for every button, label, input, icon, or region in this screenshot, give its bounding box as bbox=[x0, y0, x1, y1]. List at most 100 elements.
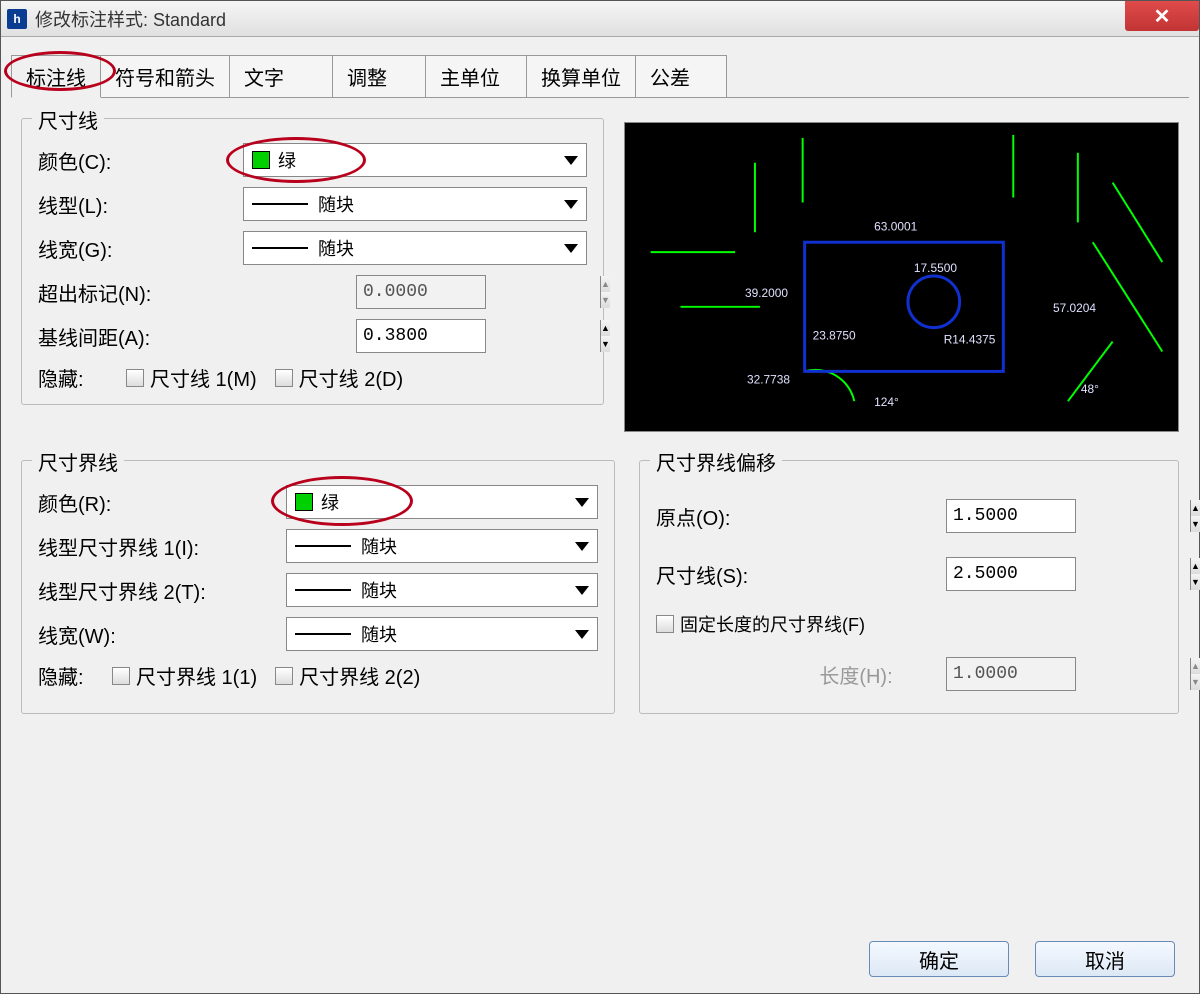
ext-lt2-combo[interactable]: 随块 bbox=[286, 573, 598, 607]
line-sample-icon bbox=[252, 247, 308, 249]
chevron-down-icon bbox=[564, 244, 578, 253]
checkbox-label: 尺寸线 1(M) bbox=[150, 363, 257, 392]
content-area: 尺寸线 颜色(C): 绿 线型(L): bbox=[1, 98, 1199, 931]
hide-dimline2-checkbox[interactable] bbox=[275, 369, 293, 387]
group-title: 尺寸界线偏移 bbox=[650, 447, 782, 476]
linetype-label: 线型(L): bbox=[38, 190, 243, 219]
color-swatch-icon bbox=[295, 493, 313, 511]
checkbox-label: 尺寸界线 2(2) bbox=[299, 661, 420, 690]
dim-text: 48° bbox=[1081, 382, 1099, 396]
tab-label: 符号和箭头 bbox=[115, 68, 215, 90]
ext-lt1-combo[interactable]: 随块 bbox=[286, 529, 598, 563]
dim-text: 23.8750 bbox=[813, 329, 856, 343]
spin-down-icon[interactable]: ▼ bbox=[1191, 516, 1200, 532]
tab-label: 主单位 bbox=[440, 68, 500, 90]
chevron-down-icon bbox=[564, 200, 578, 209]
hide-extline1-checkbox[interactable] bbox=[112, 667, 130, 685]
extend-input bbox=[357, 276, 600, 308]
length-input bbox=[947, 658, 1190, 690]
group-title: 尺寸线 bbox=[32, 105, 104, 134]
button-label: 确定 bbox=[919, 945, 959, 974]
combo-value: 随块 bbox=[361, 621, 397, 647]
dim-lineweight-combo[interactable]: 随块 bbox=[243, 231, 587, 265]
hide-dimline1-checkbox[interactable] bbox=[126, 369, 144, 387]
button-row: 确定 取消 bbox=[1, 931, 1199, 993]
dim-linetype-combo[interactable]: 随块 bbox=[243, 187, 587, 221]
combo-value: 随块 bbox=[318, 235, 354, 261]
line-sample-icon bbox=[295, 633, 351, 635]
dim-color-combo[interactable]: 绿 bbox=[243, 143, 587, 177]
origin-input[interactable] bbox=[947, 500, 1190, 532]
spin-up-icon[interactable]: ▲ bbox=[1191, 500, 1200, 516]
tab-alt-units[interactable]: 换算单位 bbox=[526, 55, 636, 97]
spin-up-icon: ▲ bbox=[1191, 658, 1200, 674]
dim-text: 32.7738 bbox=[747, 372, 790, 386]
ext-lt1-label: 线型尺寸界线 1(I): bbox=[38, 532, 286, 561]
tab-symbols-arrows[interactable]: 符号和箭头 bbox=[100, 55, 230, 97]
tab-adjust[interactable]: 调整 bbox=[332, 55, 426, 97]
tab-label: 调整 bbox=[347, 68, 387, 90]
close-button[interactable]: ✕ bbox=[1125, 1, 1199, 31]
combo-value: 随块 bbox=[318, 191, 354, 217]
checkbox-label: 尺寸界线 1(1) bbox=[136, 661, 257, 690]
dim-text: R14.4375 bbox=[944, 333, 996, 347]
length-spinner: ▲▼ bbox=[946, 657, 1076, 691]
dimline-offset-input[interactable] bbox=[947, 558, 1190, 590]
lineweight-label: 线宽(G): bbox=[38, 234, 243, 263]
color-swatch-icon bbox=[252, 151, 270, 169]
combo-value: 绿 bbox=[278, 147, 296, 173]
dim-text: 63.0001 bbox=[874, 219, 917, 233]
ext-lt2-label: 线型尺寸界线 2(T): bbox=[38, 576, 286, 605]
origin-label: 原点(O): bbox=[656, 502, 946, 531]
group-title: 尺寸界线 bbox=[32, 447, 124, 476]
baseline-spinner[interactable]: ▲▼ bbox=[356, 319, 486, 353]
tab-label: 换算单位 bbox=[541, 68, 621, 90]
fixed-length-checkbox[interactable] bbox=[656, 615, 674, 633]
spin-down-icon[interactable]: ▼ bbox=[601, 336, 610, 352]
line-sample-icon bbox=[295, 545, 351, 547]
extend-spinner: ▲▼ bbox=[356, 275, 486, 309]
dialog-window: h 修改标注样式: Standard ✕ 标注线 符号和箭头 文字 调整 主单位… bbox=[0, 0, 1200, 994]
dimline-offset-spinner[interactable]: ▲▼ bbox=[946, 557, 1076, 591]
tab-tolerance[interactable]: 公差 bbox=[635, 55, 727, 97]
spin-up-icon: ▲ bbox=[601, 276, 610, 292]
origin-spinner[interactable]: ▲▼ bbox=[946, 499, 1076, 533]
cancel-button[interactable]: 取消 bbox=[1035, 941, 1175, 977]
dimline-offset-label: 尺寸线(S): bbox=[656, 560, 946, 589]
button-label: 取消 bbox=[1085, 945, 1125, 974]
combo-value: 绿 bbox=[321, 489, 339, 515]
baseline-input[interactable] bbox=[357, 320, 600, 352]
ext-lw-combo[interactable]: 随块 bbox=[286, 617, 598, 651]
chevron-down-icon bbox=[575, 586, 589, 595]
ext-color-combo[interactable]: 绿 bbox=[286, 485, 598, 519]
dimension-line-group: 尺寸线 颜色(C): 绿 线型(L): bbox=[21, 118, 604, 405]
tab-text[interactable]: 文字 bbox=[229, 55, 333, 97]
hide-label: 隐藏: bbox=[38, 661, 94, 690]
app-icon: h bbox=[7, 9, 27, 29]
window-title: 修改标注样式: Standard bbox=[35, 6, 226, 32]
dim-text: 57.0204 bbox=[1053, 301, 1096, 315]
spin-up-icon[interactable]: ▲ bbox=[1191, 558, 1200, 574]
tab-label: 文字 bbox=[244, 68, 284, 90]
line-sample-icon bbox=[252, 203, 308, 205]
tab-primary-units[interactable]: 主单位 bbox=[425, 55, 527, 97]
tab-dimension-line[interactable]: 标注线 bbox=[11, 55, 101, 98]
spin-down-icon: ▼ bbox=[1191, 674, 1200, 690]
fixed-length-label: 固定长度的尺寸界线(F) bbox=[680, 611, 865, 637]
tab-label: 标注线 bbox=[26, 68, 86, 90]
spin-down-icon[interactable]: ▼ bbox=[1191, 574, 1200, 590]
extend-label: 超出标记(N): bbox=[38, 278, 356, 307]
preview-pane: 63.0001 39.2000 17.5500 57.0204 23.8750 … bbox=[624, 122, 1179, 432]
hide-extline2-checkbox[interactable] bbox=[275, 667, 293, 685]
ok-button[interactable]: 确定 bbox=[869, 941, 1009, 977]
extension-offset-group: 尺寸界线偏移 原点(O): ▲▼ 尺寸线(S): ▲▼ bbox=[639, 460, 1179, 714]
hide-label: 隐藏: bbox=[38, 363, 108, 392]
length-label: 长度(H): bbox=[656, 660, 946, 689]
ext-color-label: 颜色(R): bbox=[38, 488, 286, 517]
titlebar: h 修改标注样式: Standard ✕ bbox=[1, 1, 1199, 37]
combo-value: 随块 bbox=[361, 533, 397, 559]
extension-line-group: 尺寸界线 颜色(R): 绿 线型尺寸界线 1(I): 随块 bbox=[21, 460, 615, 714]
spin-up-icon[interactable]: ▲ bbox=[601, 320, 610, 336]
ext-lw-label: 线宽(W): bbox=[38, 620, 286, 649]
dim-text: 17.5500 bbox=[914, 261, 957, 275]
